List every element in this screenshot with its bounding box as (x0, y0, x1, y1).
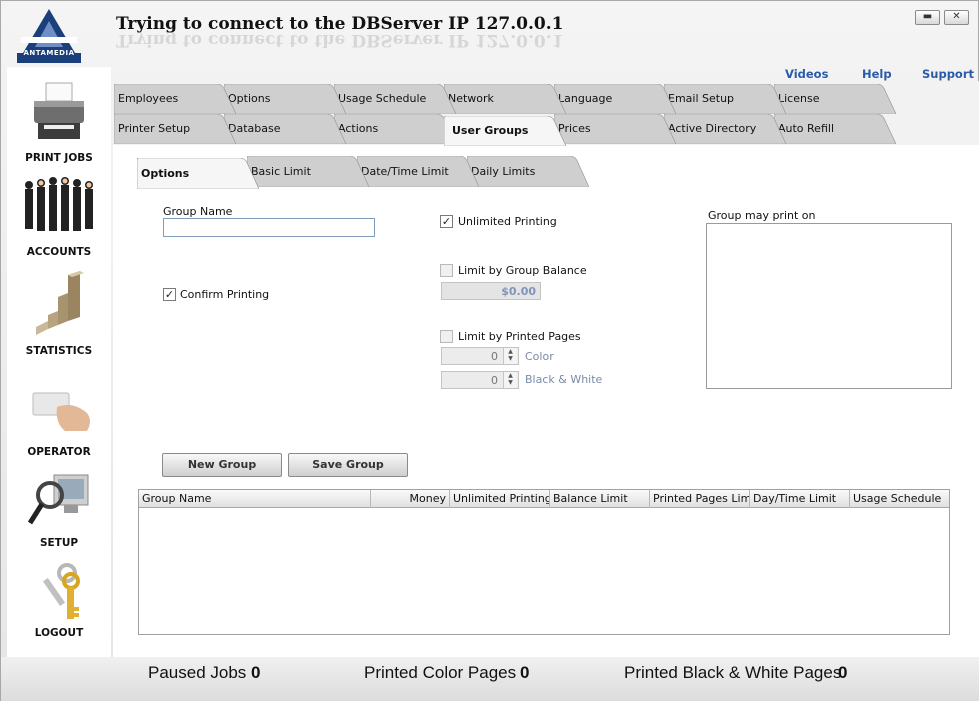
may-print-on-label: Group may print on (708, 209, 816, 222)
app-window: ANTAMEDIA Trying to connect to the DBSer… (0, 0, 979, 701)
tab-network[interactable]: Network (444, 84, 566, 114)
confirm-printing-label: Confirm Printing (180, 288, 270, 301)
support-link[interactable]: Support (922, 67, 974, 81)
tab-prices[interactable]: Prices (554, 114, 676, 144)
keys-icon (42, 563, 80, 619)
sidebar-label-operator: OPERATOR (27, 446, 91, 458)
tab-label: Auto Refill (778, 122, 834, 135)
tab-printer-setup[interactable]: Printer Setup (114, 114, 236, 144)
subtab-label: Options (141, 167, 190, 180)
col-daytime-limit[interactable]: Day/Time Limit (750, 490, 850, 508)
limit-group-balance-label: Limit by Group Balance (458, 264, 587, 277)
tab-usage-schedule[interactable]: Usage Schedule (334, 84, 456, 114)
minimize-button[interactable]: ▬ (915, 10, 940, 25)
window-title-reflection: Trying to connect to the DBServer IP 127… (116, 30, 564, 50)
sidebar-label-accounts: ACCOUNTS (26, 246, 92, 258)
bw-spin-arrows-icon[interactable]: ▲ ▼ (503, 372, 517, 388)
col-group-name[interactable]: Group Name (139, 490, 371, 508)
subtab-daily-limits[interactable]: Daily Limits (467, 156, 589, 187)
sidebar-item-logout[interactable]: LOGOUT (7, 563, 111, 643)
sidebar-label-logout: LOGOUT (34, 627, 84, 639)
tab-database[interactable]: Database (224, 114, 346, 144)
group-name-input[interactable] (163, 218, 375, 237)
limit-printed-pages-checkbox[interactable] (440, 330, 453, 343)
tab-label: User Groups (452, 124, 529, 137)
color-pages-label: Printed Color Pages (364, 663, 517, 682)
tab-active-directory[interactable]: Active Directory (664, 114, 786, 144)
tab-license[interactable]: License (774, 84, 896, 114)
tab-email-setup[interactable]: Email Setup (664, 84, 786, 114)
sidebar-item-accounts[interactable]: ACCOUNTS (7, 175, 111, 259)
tab-user-groups[interactable]: User Groups (444, 116, 566, 146)
limit-group-balance-checkbox[interactable] (440, 264, 453, 277)
subtab-date-time-limit[interactable]: Date/Time Limit (357, 156, 479, 187)
col-money[interactable]: Money (371, 490, 450, 508)
tab-label: Active Directory (668, 122, 757, 135)
tab-options[interactable]: Options (224, 84, 346, 114)
col-balance-limit[interactable]: Balance Limit (550, 490, 650, 508)
sidebar-label-setup: SETUP (39, 537, 79, 549)
paused-jobs-value: 0 (251, 663, 261, 682)
subtab-basic-limit[interactable]: Basic Limit (247, 156, 369, 187)
subtab-label: Basic Limit (251, 165, 311, 178)
limit-printed-pages-label: Limit by Printed Pages (458, 330, 581, 343)
groups-table[interactable]: Group Name Money Unlimited Printing Bala… (138, 489, 950, 635)
color-label: Color (525, 350, 554, 363)
bw-pages-label: Printed Black & White Pages (624, 663, 842, 682)
confirm-printing-checkbox[interactable]: ✓ (163, 288, 176, 301)
tab-language[interactable]: Language (554, 84, 676, 114)
sidebar: PRINT JOBS ACCOUNTS STATISTICS OPERATOR … (7, 67, 111, 657)
bw-pages-value: 0 (838, 663, 848, 682)
tab-label: Printer Setup (118, 122, 191, 135)
tab-label: Usage Schedule (338, 92, 427, 105)
tab-label: Email Setup (668, 92, 735, 105)
printers-listbox[interactable] (706, 223, 952, 389)
col-printed-pages-limit[interactable]: Printed Pages Limit (650, 490, 750, 508)
help-link[interactable]: Help (862, 67, 892, 81)
close-button[interactable]: ✕ (944, 10, 969, 25)
card-hand-icon (32, 392, 90, 431)
paused-jobs-label: Paused Jobs (148, 663, 247, 682)
sidebar-item-print-jobs[interactable]: PRINT JOBS (7, 81, 111, 164)
color-spin-arrows-icon[interactable]: ▲ ▼ (503, 348, 517, 364)
subtab-options[interactable]: Options (137, 158, 259, 189)
tab-label: Employees (118, 92, 179, 105)
tab-actions[interactable]: Actions (334, 114, 456, 144)
subtab-label: Date/Time Limit (361, 165, 449, 178)
sidebar-item-statistics[interactable]: STATISTICS (7, 271, 111, 357)
sidebar-item-setup[interactable]: SETUP (7, 471, 111, 551)
table-header: Group Name Money Unlimited Printing Bala… (139, 490, 949, 508)
tab-auto-refill[interactable]: Auto Refill (774, 114, 896, 144)
unlimited-printing-checkbox[interactable]: ✓ (440, 215, 453, 228)
new-group-button[interactable]: New Group (162, 453, 282, 477)
col-unlimited-printing[interactable]: Unlimited Printing (450, 490, 550, 508)
color-pages-value: 0 (520, 663, 530, 682)
unlimited-printing-label: Unlimited Printing (458, 215, 557, 228)
videos-link[interactable]: Videos (785, 67, 828, 81)
logo-text: ANTAMEDIA (23, 49, 75, 57)
tab-employees[interactable]: Employees (114, 84, 236, 114)
bw-label: Black & White (525, 373, 603, 386)
group-balance-field[interactable]: $0.00 (441, 282, 541, 300)
col-usage-schedule[interactable]: Usage Schedule (850, 490, 949, 508)
group-name-label: Group Name (163, 205, 233, 218)
sidebar-label-statistics: STATISTICS (25, 345, 93, 357)
tab-label: Language (558, 92, 613, 105)
sidebar-label-print-jobs: PRINT JOBS (25, 152, 93, 164)
sidebar-item-operator[interactable]: OPERATOR (7, 387, 111, 458)
printer-icon (34, 82, 84, 139)
bar-chart-icon (36, 271, 84, 335)
magnifier-monitor-icon (27, 474, 89, 525)
subtab-label: Daily Limits (471, 165, 536, 178)
people-icon (25, 177, 93, 231)
save-group-button[interactable]: Save Group (288, 453, 408, 477)
